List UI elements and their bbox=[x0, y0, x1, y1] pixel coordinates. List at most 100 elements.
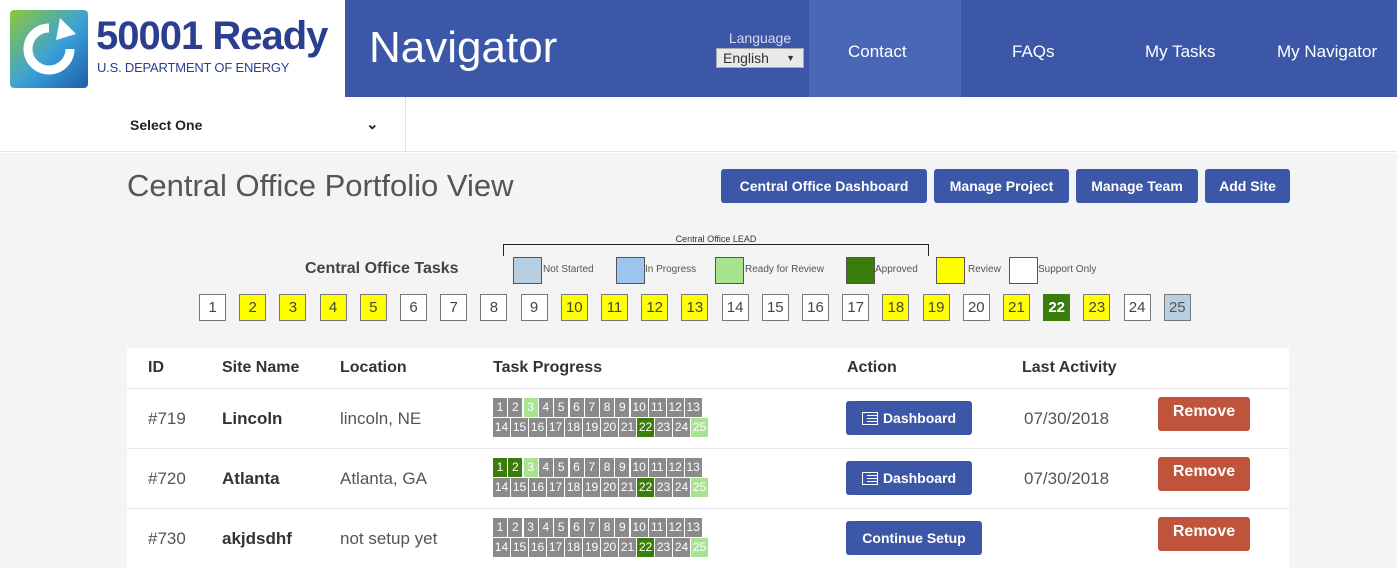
progress-cell: 17 bbox=[547, 418, 565, 437]
task-number-box[interactable]: 2 bbox=[239, 294, 267, 321]
task-number-box[interactable]: 4 bbox=[319, 294, 347, 321]
site-location: lincoln, NE bbox=[340, 409, 422, 428]
project-select[interactable]: Select One bbox=[130, 117, 202, 133]
task-number-box[interactable]: 20 bbox=[962, 294, 990, 321]
nav-my-tasks[interactable]: My Tasks bbox=[1145, 42, 1216, 62]
chevron-down-icon[interactable]: ⌄ bbox=[366, 115, 379, 133]
task-number-box[interactable]: 21 bbox=[1003, 294, 1030, 321]
progress-cell: 14 bbox=[493, 478, 511, 497]
progress-cell: 21 bbox=[619, 478, 637, 497]
app-title: Navigator bbox=[369, 23, 558, 72]
task-number-box[interactable]: 15 bbox=[761, 294, 789, 321]
continue-setup-button[interactable]: Continue Setup bbox=[846, 521, 982, 555]
progress-cell: 18 bbox=[565, 538, 583, 557]
progress-cell: 21 bbox=[619, 418, 637, 437]
task-number-box[interactable]: 16 bbox=[802, 294, 829, 321]
progress-cell: 5 bbox=[554, 518, 570, 537]
task-number-box[interactable]: 18 bbox=[882, 294, 910, 321]
refresh-logo-icon bbox=[10, 10, 88, 88]
task-number-box[interactable]: 10 bbox=[560, 294, 588, 321]
site-name-link[interactable]: akjdsdhf bbox=[222, 529, 292, 549]
progress-cell: 13 bbox=[684, 518, 703, 537]
row-id: #720 bbox=[148, 469, 186, 488]
logo[interactable]: 50001 Ready U.S. DEPARTMENT OF ENERGY bbox=[0, 0, 345, 97]
progress-cell: 22 bbox=[637, 538, 655, 557]
progress-cell: 2 bbox=[508, 518, 524, 537]
progress-cell: 6 bbox=[569, 458, 585, 477]
progress-cell: 20 bbox=[601, 478, 619, 497]
add-site-button[interactable]: Add Site bbox=[1205, 169, 1290, 203]
task-number-box[interactable]: 12 bbox=[641, 294, 669, 321]
site-name-link[interactable]: Lincoln bbox=[222, 409, 282, 429]
task-number-box[interactable]: 11 bbox=[601, 294, 628, 321]
progress-cell: 9 bbox=[615, 518, 631, 537]
progress-cell: 19 bbox=[583, 478, 601, 497]
logo-wordmark: 50001 Ready bbox=[96, 14, 328, 58]
progress-cell: 14 bbox=[493, 418, 511, 437]
task-number-box[interactable]: 19 bbox=[922, 294, 950, 321]
task-number-box[interactable]: 5 bbox=[359, 294, 387, 321]
progress-cell: 20 bbox=[601, 418, 619, 437]
central-office-dashboard-button[interactable]: Central Office Dashboard bbox=[721, 169, 927, 203]
progress-cell: 8 bbox=[600, 458, 616, 477]
progress-cell: 24 bbox=[673, 418, 691, 437]
progress-cell: 19 bbox=[583, 418, 601, 437]
progress-cell: 3 bbox=[523, 518, 539, 537]
task-number-box[interactable]: 3 bbox=[279, 294, 307, 321]
progress-cell: 20 bbox=[601, 538, 619, 557]
task-number-box[interactable]: 1 bbox=[199, 294, 226, 321]
language-select[interactable]: English ▼ bbox=[716, 48, 804, 68]
progress-cell: 11 bbox=[648, 458, 667, 477]
task-number-box[interactable]: 24 bbox=[1123, 294, 1151, 321]
nav-contact[interactable]: Contact bbox=[848, 42, 907, 62]
divider bbox=[405, 97, 406, 152]
task-number-box[interactable]: 8 bbox=[480, 294, 508, 321]
remove-button[interactable]: Remove bbox=[1158, 397, 1250, 431]
progress-cell: 4 bbox=[538, 398, 554, 417]
last-activity: 07/30/2018 bbox=[1024, 409, 1110, 428]
progress-cell: 2 bbox=[508, 398, 524, 417]
remove-button[interactable]: Remove bbox=[1158, 517, 1250, 551]
progress-cell: 25 bbox=[691, 538, 709, 557]
col-header-site-name: Site Name bbox=[222, 359, 300, 376]
row-id: #730 bbox=[148, 529, 186, 548]
task-number-box[interactable]: 14 bbox=[721, 294, 749, 321]
task-number-box[interactable]: 22 bbox=[1043, 294, 1071, 321]
legend-swatch bbox=[715, 257, 744, 284]
progress-cell: 18 bbox=[565, 478, 583, 497]
manage-project-button[interactable]: Manage Project bbox=[934, 169, 1069, 203]
task-number-box[interactable]: 7 bbox=[440, 294, 468, 321]
dashboard-button[interactable]: Dashboard bbox=[846, 401, 972, 435]
progress-cell: 1 bbox=[493, 458, 508, 477]
task-number-box[interactable]: 9 bbox=[520, 294, 548, 321]
progress-cell: 3 bbox=[523, 458, 539, 477]
task-number-box[interactable]: 23 bbox=[1083, 294, 1111, 321]
progress-cell: 15 bbox=[511, 418, 529, 437]
legend-swatch bbox=[936, 257, 965, 284]
remove-button[interactable]: Remove bbox=[1158, 457, 1250, 491]
nav-faqs[interactable]: FAQs bbox=[1012, 42, 1055, 62]
col-header-last-activity: Last Activity bbox=[1022, 359, 1117, 376]
legend-swatch bbox=[513, 257, 542, 284]
nav-my-navigator[interactable]: My Navigator bbox=[1277, 42, 1377, 62]
tasks-label: Central Office Tasks bbox=[305, 260, 459, 277]
site-name-link[interactable]: Atlanta bbox=[222, 469, 280, 489]
task-number-box[interactable]: 17 bbox=[842, 294, 870, 321]
legend-label: Support Only bbox=[1038, 264, 1097, 275]
task-progress: 1 2 3 4 5 6 7 8 9 10 11 12 13 14 15 16 17 18 19 20 21 22 23 24 2… bbox=[493, 458, 781, 498]
progress-cell: 9 bbox=[615, 458, 631, 477]
progress-cell: 9 bbox=[615, 398, 631, 417]
list-icon bbox=[861, 472, 878, 485]
row-divider bbox=[127, 508, 1289, 509]
lead-label: Central Office LEAD bbox=[675, 234, 757, 244]
task-number-box[interactable]: 25 bbox=[1163, 294, 1191, 321]
progress-cell: 23 bbox=[655, 478, 673, 497]
manage-team-button[interactable]: Manage Team bbox=[1076, 169, 1198, 203]
progress-cell: 17 bbox=[547, 478, 565, 497]
dashboard-button[interactable]: Dashboard bbox=[846, 461, 972, 495]
list-icon bbox=[861, 412, 878, 425]
progress-cell: 4 bbox=[538, 458, 554, 477]
task-number-box[interactable]: 6 bbox=[400, 294, 427, 321]
progress-cell: 3 bbox=[523, 398, 539, 417]
task-number-box[interactable]: 13 bbox=[681, 294, 709, 321]
